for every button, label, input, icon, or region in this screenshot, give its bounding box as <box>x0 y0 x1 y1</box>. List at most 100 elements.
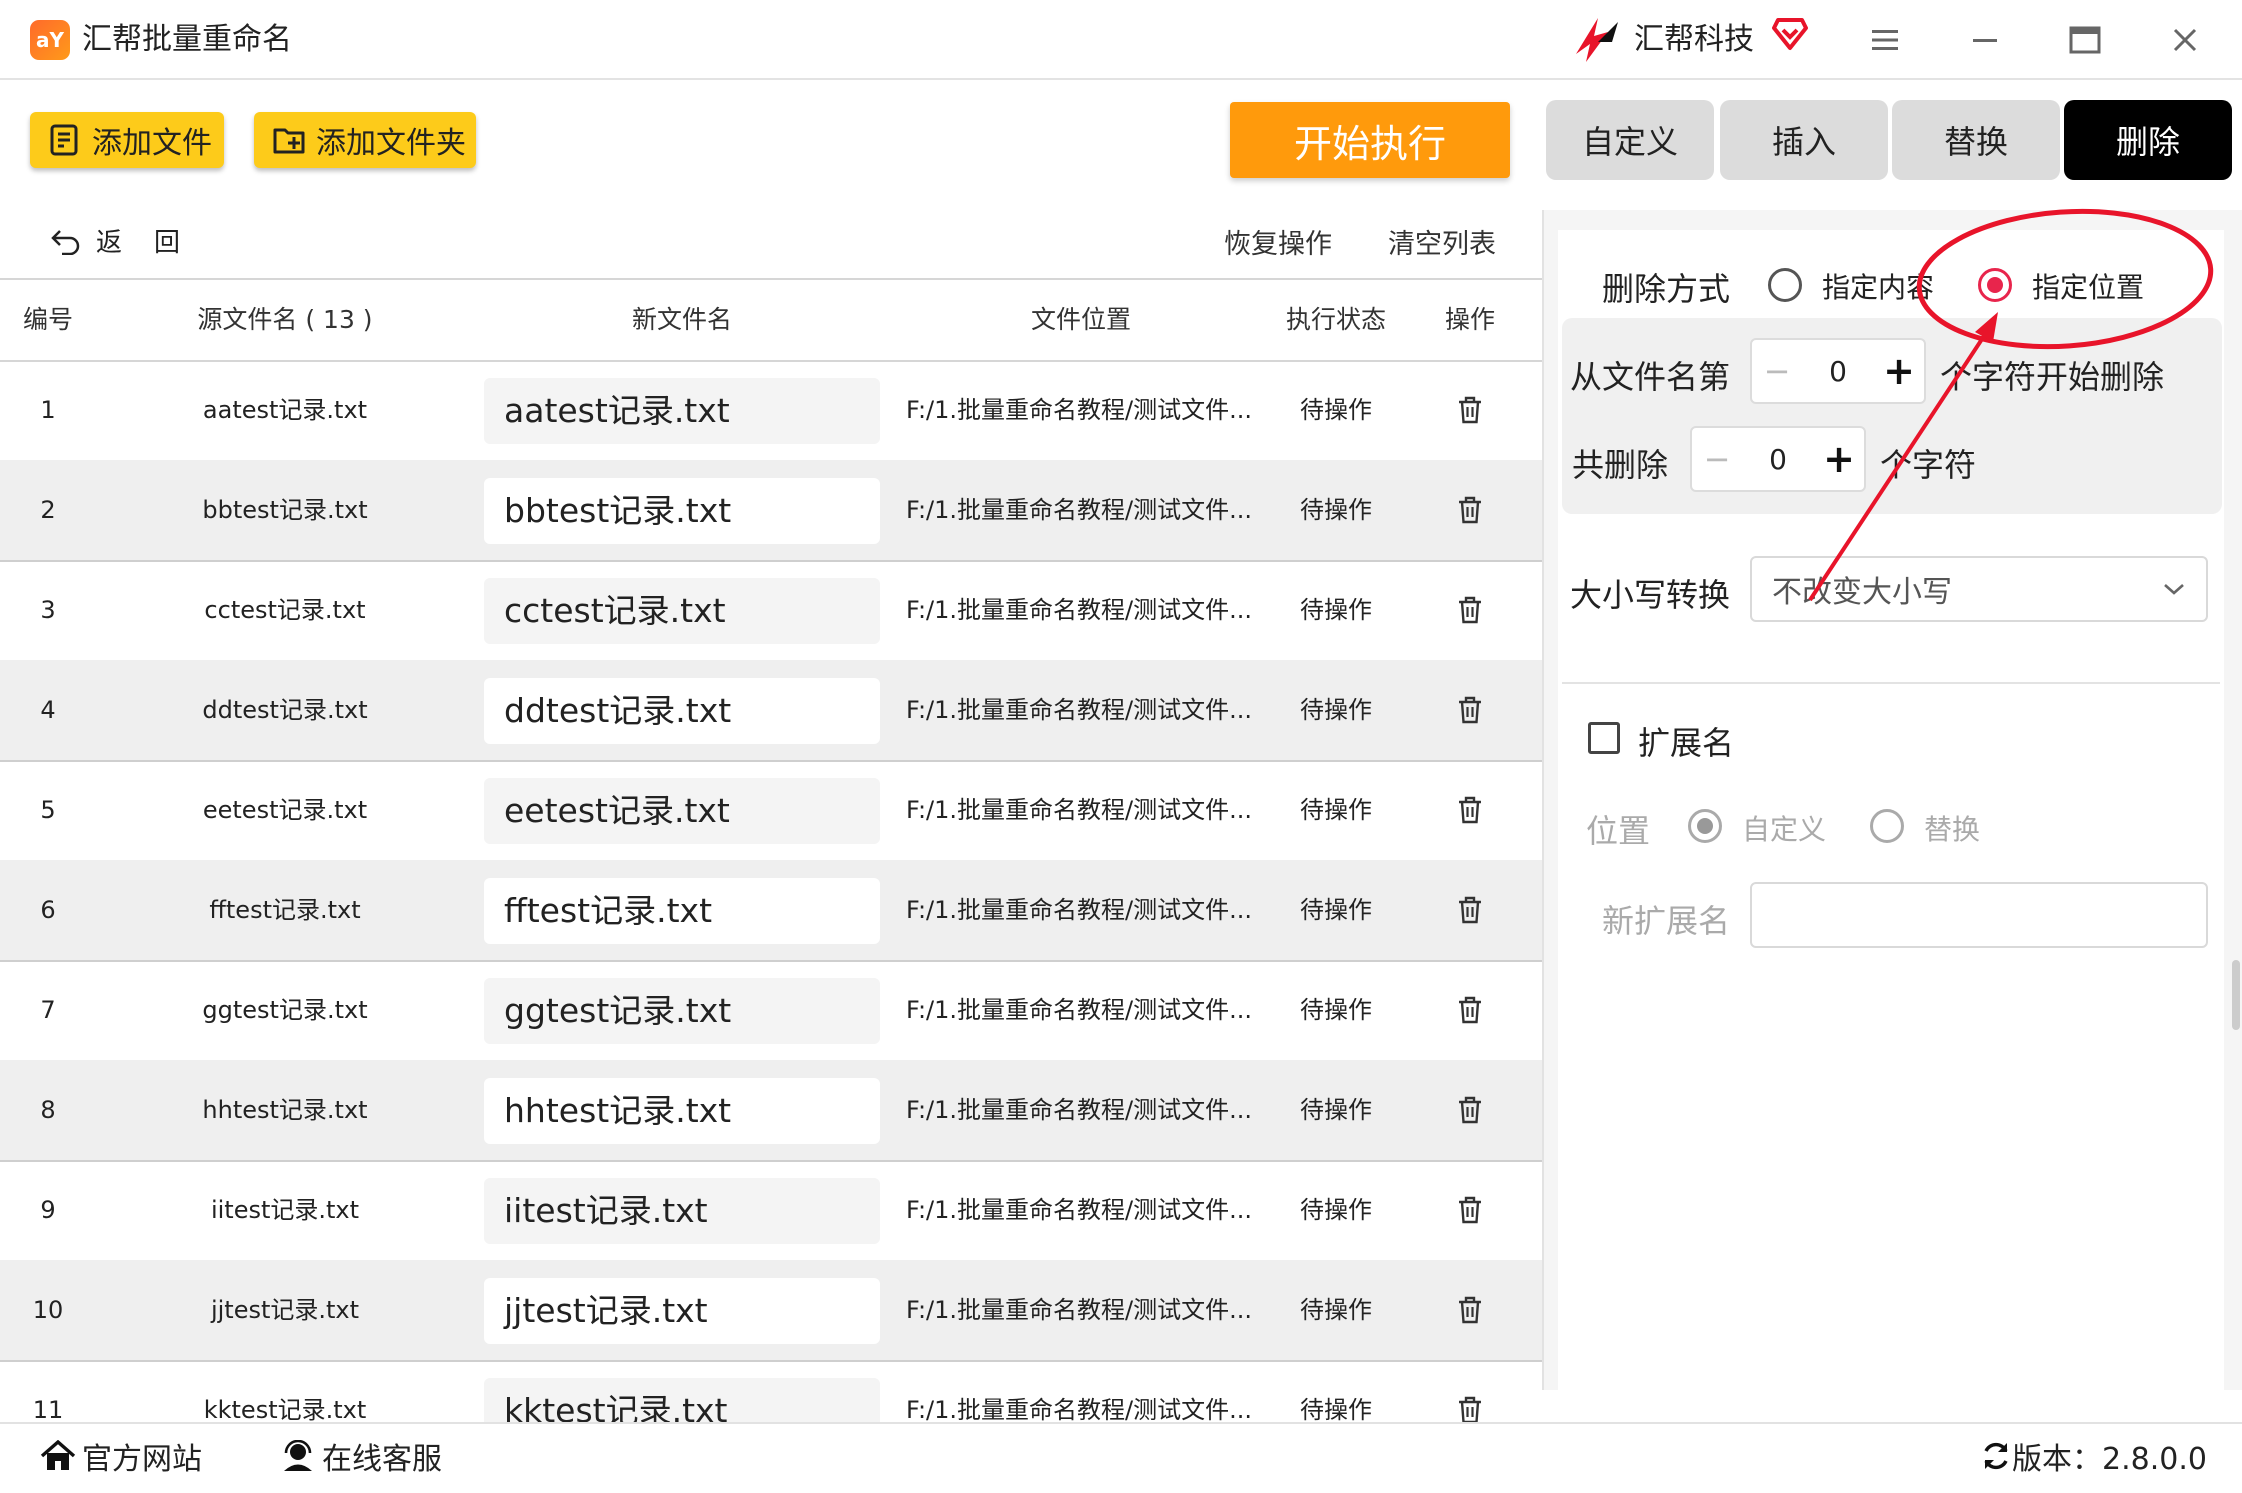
clear-list-link[interactable]: 清空列表 <box>1388 222 1496 261</box>
row-delete-button[interactable] <box>1440 660 1500 760</box>
add-file-label: 添加文件 <box>92 126 212 161</box>
panel-scrollbar[interactable] <box>2232 960 2240 1030</box>
row-delete-button[interactable] <box>1440 960 1500 1060</box>
from-increment-button[interactable]: + <box>1874 349 1924 393</box>
row-new-name-field[interactable]: kktest记录.txt <box>484 1378 880 1422</box>
trash-icon <box>1459 796 1481 824</box>
case-convert-select[interactable]: 不改变大小写 <box>1750 556 2208 622</box>
row-delete-button[interactable] <box>1440 460 1500 560</box>
online-support-link[interactable]: 在线客服 <box>280 1434 442 1478</box>
row-new-name-field[interactable]: fftest记录.txt <box>484 878 880 944</box>
table-row[interactable]: 1 aatest记录.txt aatest记录.txt F:/1.批量重命名教程… <box>0 360 1542 462</box>
table-row[interactable]: 7 ggtest记录.txt ggtest记录.txt F:/1.批量重命名教程… <box>0 960 1542 1062</box>
from-position-stepper[interactable]: − 0 + <box>1750 338 1926 404</box>
table-row[interactable]: 5 eetest记录.txt eetest记录.txt F:/1.批量重命名教程… <box>0 760 1542 862</box>
radio-mode-content[interactable] <box>1768 268 1802 302</box>
tab-insert[interactable]: 插入 <box>1720 100 1888 180</box>
start-execute-button[interactable]: 开始执行 <box>1230 102 1510 178</box>
from-position-label: 从文件名第 <box>1570 358 1731 396</box>
close-button[interactable] <box>2150 14 2220 66</box>
table-row[interactable]: 3 cctest记录.txt cctest记录.txt F:/1.批量重命名教程… <box>0 560 1542 662</box>
row-number: 3 <box>40 596 56 624</box>
back-link[interactable]: 返回 <box>50 222 212 259</box>
table-row[interactable]: 9 iitest记录.txt iitest记录.txt F:/1.批量重命名教程… <box>0 1160 1542 1262</box>
add-file-button[interactable]: 添加文件 <box>30 112 224 168</box>
menu-button[interactable] <box>1850 14 1920 66</box>
restore-link[interactable]: 恢复操作 <box>1224 222 1332 261</box>
radio-ext-replace[interactable] <box>1870 809 1904 843</box>
add-folder-button[interactable]: 添加文件夹 <box>254 112 476 168</box>
row-new-name-field[interactable]: eetest记录.txt <box>484 778 880 844</box>
row-number: 8 <box>40 1096 56 1124</box>
row-number: 4 <box>40 696 56 724</box>
new-extension-input[interactable] <box>1750 882 2208 948</box>
vip-badge-icon[interactable] <box>1770 14 1810 54</box>
row-number: 2 <box>40 496 56 524</box>
row-source-name: fftest记录.txt <box>209 896 361 924</box>
row-new-name-field[interactable]: aatest记录.txt <box>484 378 880 444</box>
row-number: 6 <box>40 896 56 924</box>
table-row[interactable]: 8 hhtest记录.txt hhtest记录.txt F:/1.批量重命名教程… <box>0 1060 1542 1162</box>
ext-replace-label: 替换 <box>1924 813 1981 846</box>
row-status: 待操作 <box>1300 1296 1372 1324</box>
radio-ext-custom[interactable] <box>1688 809 1722 843</box>
row-status: 待操作 <box>1300 496 1372 524</box>
mode-position-label: 指定位置 <box>2032 271 2145 304</box>
row-delete-button[interactable] <box>1440 860 1500 960</box>
row-new-name-field[interactable]: iitest记录.txt <box>484 1178 880 1244</box>
trash-icon <box>1459 1296 1481 1324</box>
row-status: 待操作 <box>1300 1396 1372 1422</box>
count-increment-button[interactable]: + <box>1814 437 1864 481</box>
row-source-name: iitest记录.txt <box>210 1196 360 1224</box>
count-decrement-button[interactable]: − <box>1692 440 1742 478</box>
tab-custom[interactable]: 自定义 <box>1546 100 1714 180</box>
row-number: 7 <box>40 996 56 1024</box>
from-decrement-button[interactable]: − <box>1752 352 1802 390</box>
row-new-name-field[interactable]: cctest记录.txt <box>484 578 880 644</box>
row-status: 待操作 <box>1300 896 1372 924</box>
app-title: 汇帮批量重命名 <box>82 22 292 57</box>
table-row[interactable]: 10 jjtest记录.txt jjtest记录.txt F:/1.批量重命名教… <box>0 1260 1542 1362</box>
app-logo: aY <box>30 20 70 60</box>
minimize-button[interactable] <box>1950 14 2020 66</box>
row-new-name-field[interactable]: ggtest记录.txt <box>484 978 880 1044</box>
row-path: F:/1.批量重命名教程/测试文件... <box>906 1396 1252 1422</box>
header-no: 编号 <box>22 305 73 334</box>
row-delete-button[interactable] <box>1440 1260 1500 1360</box>
row-new-name-field[interactable]: bbtest记录.txt <box>484 478 880 544</box>
row-path: F:/1.批量重命名教程/测试文件... <box>906 596 1252 624</box>
trash-icon <box>1459 1096 1481 1124</box>
row-delete-button[interactable] <box>1440 1360 1500 1422</box>
row-source-name: kktest记录.txt <box>203 1396 367 1422</box>
tab-delete[interactable]: 删除 <box>2064 100 2232 180</box>
from-position-suffix: 个字符开始删除 <box>1940 358 2165 396</box>
row-status: 待操作 <box>1300 396 1372 424</box>
close-icon <box>2173 28 2197 52</box>
row-delete-button[interactable] <box>1440 1060 1500 1160</box>
table-row[interactable]: 2 bbtest记录.txt bbtest记录.txt F:/1.批量重命名教程… <box>0 460 1542 562</box>
extension-checkbox[interactable] <box>1588 722 1620 754</box>
official-website-link[interactable]: 官方网站 <box>40 1434 202 1478</box>
radio-mode-position[interactable] <box>1978 268 2012 302</box>
row-delete-button[interactable] <box>1440 560 1500 660</box>
row-delete-button[interactable] <box>1440 1160 1500 1260</box>
back-label: 返回 <box>96 228 213 258</box>
trash-icon <box>1459 396 1481 424</box>
row-new-name-field[interactable]: jjtest记录.txt <box>484 1278 880 1344</box>
delete-count-stepper[interactable]: − 0 + <box>1690 426 1866 492</box>
table-row[interactable]: 6 fftest记录.txt fftest记录.txt F:/1.批量重命名教程… <box>0 860 1542 962</box>
hamburger-icon <box>1872 30 1898 50</box>
table-row[interactable]: 11 kktest记录.txt kktest记录.txt F:/1.批量重命名教… <box>0 1360 1542 1422</box>
new-extension-label: 新扩展名 <box>1602 902 1731 940</box>
row-status: 待操作 <box>1300 596 1372 624</box>
row-new-name-field[interactable]: ddtest记录.txt <box>484 678 880 744</box>
row-source-name: ddtest记录.txt <box>202 696 368 724</box>
row-delete-button[interactable] <box>1440 360 1500 460</box>
maximize-button[interactable] <box>2050 14 2120 66</box>
tab-replace[interactable]: 替换 <box>1892 100 2060 180</box>
table-row[interactable]: 4 ddtest记录.txt ddtest记录.txt F:/1.批量重命名教程… <box>0 660 1542 762</box>
trash-icon <box>1459 1396 1481 1422</box>
row-delete-button[interactable] <box>1440 760 1500 860</box>
brand-logo-icon <box>1576 18 1618 62</box>
row-new-name-field[interactable]: hhtest记录.txt <box>484 1078 880 1144</box>
